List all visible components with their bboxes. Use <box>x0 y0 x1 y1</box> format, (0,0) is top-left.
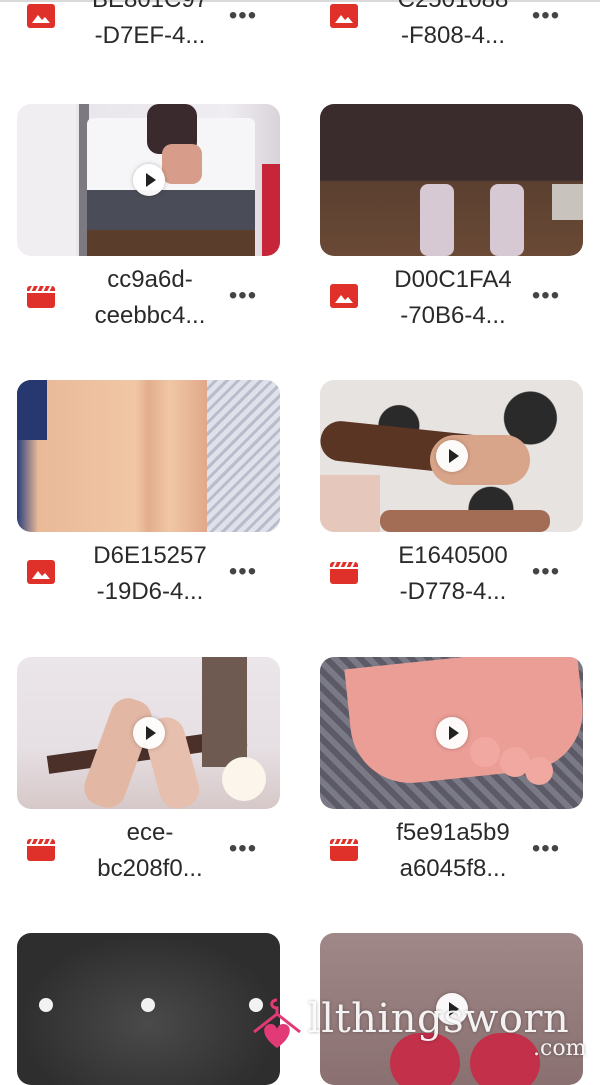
file-name: C2501088-F808-4... <box>398 0 509 49</box>
file-name: D6E15257 -19D6-4... <box>93 542 207 605</box>
file-card[interactable]: D00C1FA4 -70B6-4... ••• <box>320 104 583 334</box>
file-meta: ece-bc208f0... ••• <box>17 815 280 887</box>
file-card[interactable]: D6E15257 -19D6-4... ••• <box>17 380 280 610</box>
file-meta: E1640500 -D778-4... ••• <box>320 538 583 610</box>
video-file-icon <box>27 285 55 308</box>
more-options-button[interactable]: ••• <box>228 835 258 863</box>
more-options-button[interactable]: ••• <box>531 282 561 310</box>
video-file-icon <box>27 838 55 861</box>
file-name: cc9a6d-ceebbc4... <box>94 266 206 329</box>
video-thumbnail[interactable] <box>17 657 280 809</box>
play-icon <box>435 717 468 749</box>
file-name: E1640500 -D778-4... <box>398 542 508 605</box>
more-options-button[interactable]: ••• <box>228 558 258 586</box>
file-name: BE801C97-D7EF-4... <box>92 0 208 49</box>
more-options-button[interactable]: ••• <box>228 282 258 310</box>
file-meta: C2501088-F808-4... ••• <box>320 0 583 54</box>
image-file-icon <box>330 284 358 308</box>
image-thumbnail[interactable] <box>17 933 280 1085</box>
video-thumbnail[interactable] <box>320 380 583 532</box>
file-meta: BE801C97-D7EF-4... ••• <box>17 0 280 54</box>
file-meta: f5e91a5b9 a6045f8... ••• <box>320 815 583 887</box>
image-thumbnail[interactable] <box>17 380 280 532</box>
file-meta: D6E15257 -19D6-4... ••• <box>17 538 280 610</box>
image-file-icon <box>330 4 358 28</box>
video-thumbnail[interactable] <box>17 104 280 256</box>
file-name: D00C1FA4 -70B6-4... <box>394 266 512 329</box>
file-card[interactable]: cc9a6d-ceebbc4... ••• <box>17 104 280 334</box>
hanger-heart-logo-icon <box>253 998 301 1048</box>
file-card[interactable]: E1640500 -D778-4... ••• <box>320 380 583 610</box>
image-file-icon <box>27 560 55 584</box>
image-thumbnail[interactable] <box>320 104 583 256</box>
file-name: ece-bc208f0... <box>97 819 203 882</box>
watermark: llthingsworn .com <box>250 990 600 1070</box>
image-file-icon <box>27 4 55 28</box>
watermark-domain: .com <box>533 1036 587 1061</box>
video-file-icon <box>330 561 358 584</box>
file-card[interactable]: ece-bc208f0... ••• <box>17 657 280 887</box>
play-icon <box>132 164 165 196</box>
play-icon <box>435 440 468 472</box>
file-meta: D00C1FA4 -70B6-4... ••• <box>320 262 583 334</box>
more-options-button[interactable]: ••• <box>531 835 561 863</box>
more-options-button[interactable]: ••• <box>531 558 561 586</box>
watermark-text: llthingsworn <box>308 996 570 1042</box>
more-options-button[interactable]: ••• <box>228 2 258 30</box>
more-options-button[interactable]: ••• <box>531 2 561 30</box>
video-file-icon <box>330 838 358 861</box>
file-name: f5e91a5b9 a6045f8... <box>396 819 510 882</box>
file-meta: cc9a6d-ceebbc4... ••• <box>17 262 280 334</box>
play-icon <box>132 717 165 749</box>
file-card[interactable]: f5e91a5b9 a6045f8... ••• <box>320 657 583 887</box>
video-thumbnail[interactable] <box>320 657 583 809</box>
